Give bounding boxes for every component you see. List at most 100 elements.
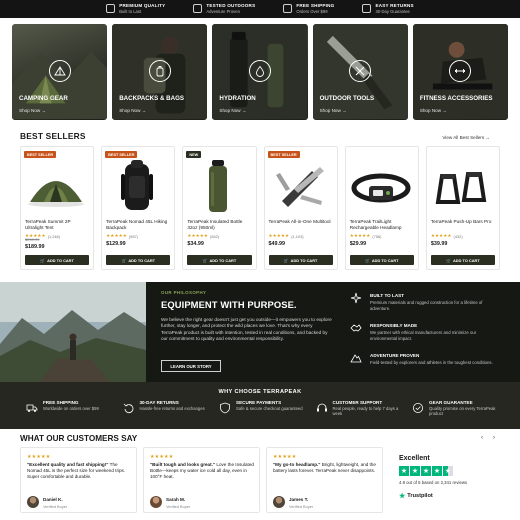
review-list: ★★★★★ "Excellent quality and fast shippi… <box>20 447 509 513</box>
why-item-description: Real people, ready to help 7 days a week <box>332 406 399 417</box>
star-rating-icon: ★★★★★ <box>349 233 371 238</box>
trust-title: PREMIUM QUALITY <box>119 3 166 9</box>
product-card[interactable]: BEST SELLER TerraPeak All-in-One Multito… <box>263 146 338 270</box>
product-card[interactable]: BEST SELLER TerraPeak Summit 2P Ultralig… <box>20 146 95 270</box>
product-price: $189.99 <box>25 244 45 250</box>
add-to-cart-button[interactable]: 🛒 ADD TO CART <box>430 255 496 265</box>
feature-description: We partner with ethical manufacturers an… <box>370 330 477 341</box>
trust-bar: PREMIUM QUALITY Built to Last TESTED OUTD… <box>0 0 520 18</box>
trustpilot-heading: Excellent <box>399 455 430 462</box>
cart-icon: 🛒 <box>446 257 451 263</box>
star-icon: ★ <box>432 466 442 476</box>
review-count: (1,248) <box>47 233 61 239</box>
add-to-cart-label: ADD TO CART <box>453 257 480 263</box>
review-card: ★★★★★ "My go-to headlamp." Bright, light… <box>266 447 383 513</box>
star-rating-icon: ★★★★★ <box>106 233 127 238</box>
feature-title: BUILT TO LAST <box>370 293 405 298</box>
hiker-mountain-image <box>0 282 146 382</box>
product-name[interactable]: TerraPeak Nomad 45L Hiking Backpack <box>106 219 170 231</box>
category-label: BACKPACKS & BAGS <box>119 94 185 102</box>
handshake-icon <box>350 324 362 332</box>
category-fitness[interactable]: FITNESS ACCESSORIES Shop Now → <box>412 24 509 120</box>
badge-check-icon <box>413 403 423 413</box>
why-item-description: Safe & secure checkout guaranteed <box>236 406 303 411</box>
star-icon: ★ <box>421 466 431 476</box>
avatar <box>150 496 162 508</box>
product-name[interactable]: TerraPeak Summit 2P Ultralight Tent <box>25 219 89 231</box>
bottle-product-image <box>187 157 249 215</box>
learn-our-story-button[interactable]: LEARN OUR STORY <box>161 360 221 372</box>
star-icon: ★ <box>399 466 409 476</box>
trust-item-shipping: FREE SHIPPING Orders Over $99 <box>283 3 334 14</box>
add-to-cart-label: ADD TO CART <box>128 257 156 263</box>
star-rating-icon: ★★★★★ <box>430 233 452 238</box>
reviewer-name: James T. <box>289 497 309 502</box>
product-rating: ★★★★★ (432) <box>431 233 463 239</box>
category-backpacks[interactable]: BACKPACKS & BAGS Shop Now → <box>112 24 208 120</box>
backpack-product-image <box>106 157 168 215</box>
product-card[interactable]: NEW TerraPeak Insulated Bottle 32oz (950… <box>182 146 257 270</box>
chevron-right-icon[interactable]: › <box>490 434 498 442</box>
product-name[interactable]: TerraPeak All-in-One Multitool <box>269 219 333 225</box>
why-item-description: Hassle-free returns and exchanges <box>139 406 205 411</box>
trust-title: TESTED OUTDOORS <box>206 3 256 9</box>
review-text: "My go-to headlamp." Bright, lightweight… <box>273 462 379 474</box>
trustpilot-brand: Trustpilot <box>407 493 433 499</box>
category-hydration[interactable]: HYDRATION Shop Now → <box>212 24 308 120</box>
why-item-payments: SECURE PAYMENTS Safe & secure checkout gu… <box>219 400 303 417</box>
shop-now-link[interactable]: Shop Now → <box>320 108 347 113</box>
category-label: CAMPING GEAR <box>19 94 68 102</box>
return-icon <box>123 403 133 414</box>
star-rating-icon: ★★★★★ <box>27 454 51 460</box>
why-item-title: SECURE PAYMENTS <box>236 400 282 405</box>
verified-buyer-label: Verified Buyer <box>289 504 314 509</box>
feature-title: RESPONSIBLY MADE <box>370 323 418 328</box>
why-item-shipping: FREE SHIPPING Worldwide on orders over $9… <box>26 400 110 417</box>
truck-icon <box>26 404 38 412</box>
add-to-cart-button[interactable]: 🛒 ADD TO CART <box>349 255 414 265</box>
add-to-cart-label: ADD TO CART <box>290 257 318 263</box>
review-count: (987) <box>128 233 138 239</box>
product-card[interactable]: TerraPeak TrailLight Rechargeable Headla… <box>344 146 419 270</box>
category-label: OUTDOOR TOOLS <box>319 94 375 102</box>
why-item-description: Quality promise on every TerraPeak produ… <box>429 406 496 417</box>
product-name[interactable]: TerraPeak TrailLight Rechargeable Headla… <box>350 219 414 231</box>
shop-now-link[interactable]: Shop Now → <box>119 108 146 113</box>
category-camping-gear[interactable]: CAMPING GEAR Shop Now → <box>12 24 108 120</box>
avatar <box>273 496 285 508</box>
reviewer-name: Daniel K. <box>43 497 63 502</box>
trust-subtitle: 30-Day Guarantee <box>375 8 410 14</box>
product-name[interactable]: TerraPeak Push-Up Bars Pro <box>431 219 495 225</box>
trust-item-returns: EASY RETURNS 30-Day Guarantee <box>362 3 414 14</box>
truck-icon <box>283 4 293 14</box>
add-to-cart-label: ADD TO CART <box>371 257 399 263</box>
category-outdoor-tools[interactable]: OUTDOOR TOOLS Shop Now → <box>312 24 408 120</box>
star-icon: ★ <box>410 466 420 476</box>
product-card[interactable]: BEST SELLER TerraPeak Nomad 45L Hiking B… <box>101 146 176 270</box>
multitool-product-image <box>269 157 331 215</box>
shop-now-link[interactable]: Shop Now → <box>219 108 246 113</box>
shop-now-link[interactable]: Shop Now → <box>420 108 447 113</box>
add-to-cart-label: ADD TO CART <box>209 257 237 263</box>
headlamp-product-image <box>350 157 412 215</box>
add-to-cart-button[interactable]: 🛒 ADD TO CART <box>106 255 171 265</box>
product-name[interactable]: TerraPeak Insulated Bottle 32oz (950ml) <box>187 219 251 231</box>
trustpilot-summary[interactable]: Excellent ★ ★ ★ ★ ★ 4.8 out of 5 based o… <box>389 447 509 513</box>
cart-icon: 🛒 <box>283 257 289 263</box>
product-price: $49.99 <box>268 241 286 247</box>
add-to-cart-button[interactable]: 🛒 ADD TO CART <box>25 255 90 265</box>
add-to-cart-button[interactable]: 🛒 ADD TO CART <box>187 255 252 265</box>
product-rating: ★★★★★ (756) <box>350 233 382 239</box>
push-up-bars-product-image <box>431 157 493 215</box>
reviewer-name: Sarah M. <box>166 497 186 502</box>
trust-item-tested: TESTED OUTDOORS Adventure Proven <box>193 3 256 14</box>
shop-now-link[interactable]: Shop Now → <box>19 108 46 113</box>
reviews-title: WHAT OUR CUSTOMERS SAY <box>20 434 138 443</box>
why-item-support: CUSTOMER SUPPORT Real people, ready to he… <box>316 400 400 417</box>
feature-description: Field-tested by explorers and athletes i… <box>370 360 493 365</box>
chevron-left-icon[interactable]: ‹ <box>478 434 486 442</box>
product-card[interactable]: TerraPeak Push-Up Bars Pro ★★★★★ (432) $3… <box>425 146 501 270</box>
product-price: $29.99 <box>349 241 367 247</box>
view-all-link[interactable]: View All Best Sellers → <box>442 135 490 140</box>
add-to-cart-button[interactable]: 🛒 ADD TO CART <box>268 255 333 265</box>
